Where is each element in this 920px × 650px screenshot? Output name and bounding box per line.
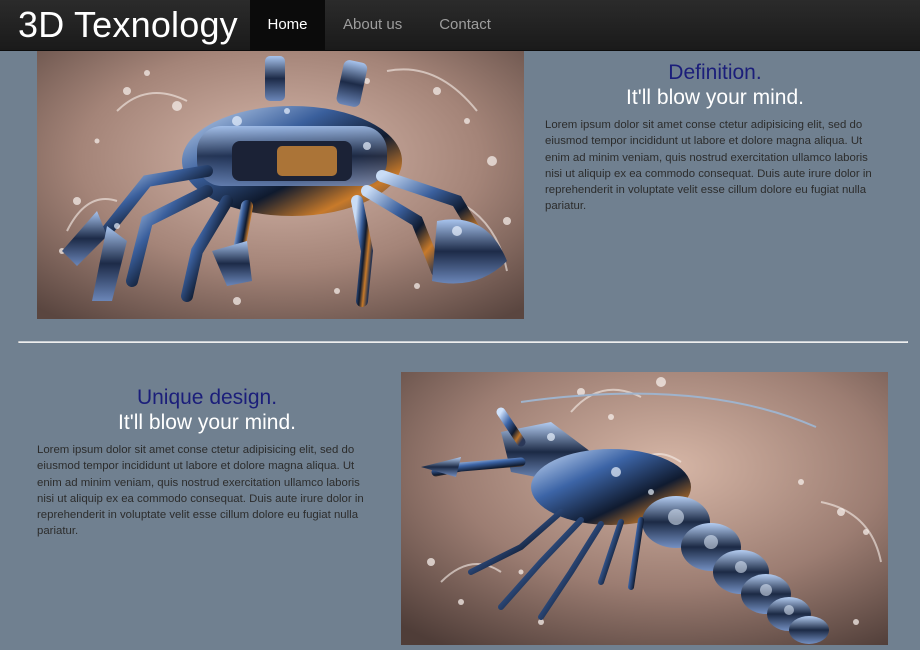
nav-menu: Home About us Contact bbox=[250, 0, 491, 50]
nav-item-about-us[interactable]: About us bbox=[343, 0, 402, 50]
nav-item-contact[interactable]: Contact bbox=[439, 0, 491, 50]
feature-heading: Unique design. bbox=[136, 386, 278, 409]
feature-subheading: It'll blow your mind. bbox=[118, 411, 296, 434]
navbar: 3D Texnology Home About us Contact bbox=[0, 0, 920, 51]
feature-subheading: It'll blow your mind. bbox=[626, 86, 804, 109]
robotic-shrimp-image bbox=[401, 372, 888, 645]
feature-unique-design: Unique design. It'll blow your mind. Lor… bbox=[37, 385, 377, 540]
feature-body: Lorem ipsum dolor sit amet conse ctetur … bbox=[37, 444, 364, 538]
feature-definition: Definition. It'll blow your mind. Lorem … bbox=[545, 60, 885, 215]
featurette-divider bbox=[18, 341, 908, 343]
brand-logo[interactable]: 3D Texnology bbox=[18, 3, 238, 47]
robotic-crab-image bbox=[37, 51, 524, 319]
feature-body: Lorem ipsum dolor sit amet conse ctetur … bbox=[545, 119, 872, 213]
nav-item-home[interactable]: Home bbox=[250, 0, 325, 50]
feature-heading: Definition. bbox=[668, 61, 762, 84]
